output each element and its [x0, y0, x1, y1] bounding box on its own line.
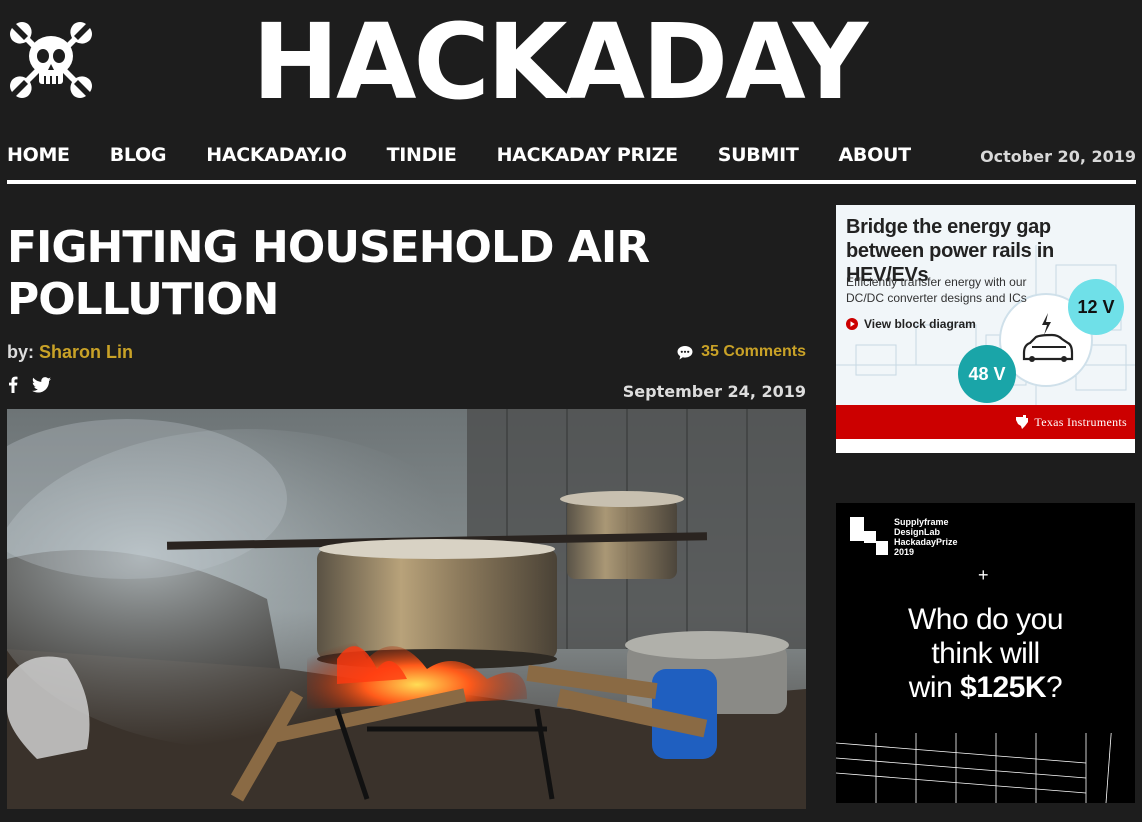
play-icon: [846, 318, 858, 330]
car-icon: [1022, 313, 1074, 362]
article-title[interactable]: FIGHTING HOUSEHOLD AIR POLLUTION: [7, 222, 787, 326]
prize-line-1: Who do you: [907, 603, 1064, 636]
site-title[interactable]: HACKADAY: [252, 10, 868, 114]
author-link[interactable]: Sharon Lin: [39, 342, 133, 362]
prize-brand: Supplyframe DesignLab HackadayPrize 2019: [894, 517, 958, 557]
prize-brand-line: Supplyframe: [894, 517, 949, 527]
comments-link[interactable]: 35 Comments: [701, 343, 806, 361]
badge-48v: 48 V: [958, 345, 1016, 403]
ad-view-diagram-link[interactable]: View block diagram: [846, 317, 976, 331]
grid-decoration: [836, 733, 1112, 803]
nav-hackaday-prize[interactable]: HACKADAY PRIZE: [497, 144, 679, 166]
designlab-logo-icon: [850, 517, 888, 555]
prize-brand-line: DesignLab: [894, 527, 941, 537]
byline-prefix: by:: [7, 342, 34, 362]
ti-logo-icon: [1016, 415, 1029, 429]
byline: by: Sharon Lin: [7, 342, 133, 363]
article-date: September 24, 2019: [622, 382, 806, 401]
article-hero-image[interactable]: [7, 409, 806, 809]
hackaday-prize-advertisement[interactable]: Supplyframe DesignLab HackadayPrize 2019…: [836, 503, 1135, 803]
prize-question: Who do you think will win $125K?: [836, 603, 1135, 705]
ad-link-label: View block diagram: [864, 317, 976, 331]
nav-hackaday-io[interactable]: HACKADAY.IO: [206, 144, 347, 166]
twitter-icon[interactable]: [32, 376, 51, 398]
ad-subtitle: Efficiently transfer energy with our DC/…: [846, 275, 1027, 305]
share-buttons: [8, 376, 65, 398]
nav-divider: [7, 180, 1136, 184]
prize-line-3: win $125K?: [836, 671, 1135, 705]
ti-advertisement[interactable]: Bridge the energy gap between power rail…: [836, 205, 1135, 453]
nav-blog[interactable]: BLOG: [110, 144, 167, 166]
prize-brand-line: 2019: [894, 547, 915, 557]
nav-tindie[interactable]: TINDIE: [387, 144, 457, 166]
comment-icon: [677, 345, 693, 359]
hackaday-skull-logo[interactable]: [6, 18, 96, 102]
prize-line-2: think will: [931, 637, 1040, 670]
ti-brand: Texas Instruments: [1014, 414, 1127, 430]
ti-brand-label: Texas Instruments: [1034, 414, 1127, 429]
comments-link-group[interactable]: 35 Comments: [677, 343, 806, 361]
nav-about[interactable]: ABOUT: [839, 144, 912, 166]
current-date: October 20, 2019: [980, 147, 1136, 166]
prize-amount: $125K: [960, 671, 1047, 704]
badge-12v: 12 V: [1068, 279, 1124, 335]
nav-submit[interactable]: SUBMIT: [718, 144, 799, 166]
prize-brand-line: HackadayPrize: [894, 537, 958, 547]
plus-icon: +: [978, 565, 989, 585]
facebook-icon[interactable]: [8, 376, 18, 398]
prize-qmark: ?: [1046, 671, 1063, 704]
main-nav: HOME BLOG HACKADAY.IO TINDIE HACKADAY PR…: [7, 144, 951, 166]
prize-win: win: [908, 671, 961, 704]
nav-home[interactable]: HOME: [7, 144, 70, 166]
